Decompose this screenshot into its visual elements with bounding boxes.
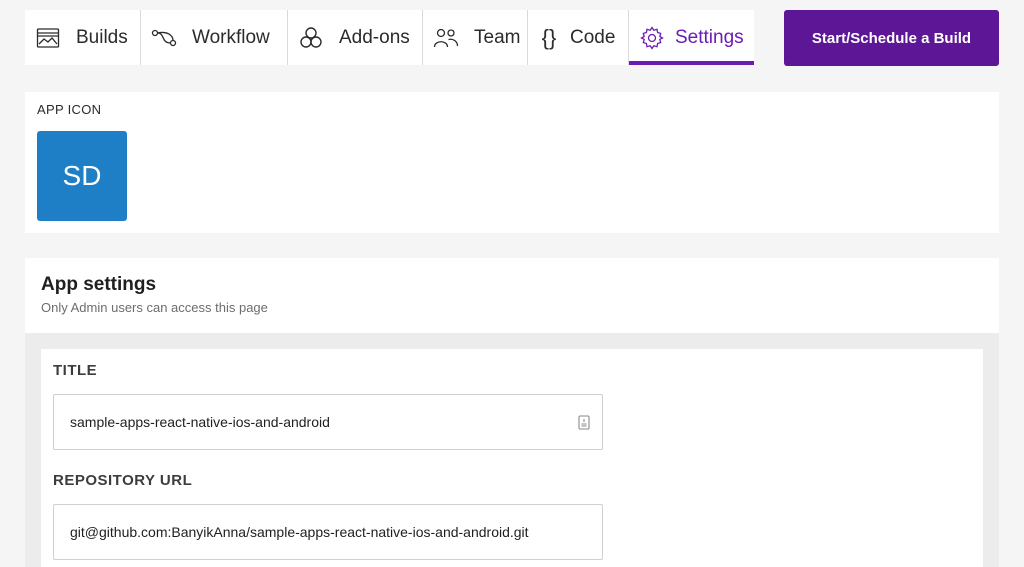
tab-label: Settings: [675, 26, 744, 48]
title-input-value: sample-apps-react-native-ios-and-android: [70, 414, 330, 430]
app-settings-body: TITLE sample-apps-react-native-ios-and-a…: [25, 333, 999, 567]
tab-addons[interactable]: Add-ons: [288, 10, 423, 65]
start-schedule-build-button[interactable]: Start/Schedule a Build: [784, 10, 999, 66]
tab-label: Builds: [76, 26, 128, 48]
app-icon-label: APP ICON: [37, 102, 102, 117]
tab-team[interactable]: Team: [423, 10, 528, 65]
title-input[interactable]: sample-apps-react-native-ios-and-android: [53, 394, 603, 450]
app-settings-page: Builds Workflow Add-ons Team {} Code Set…: [0, 0, 1024, 567]
settings-form: TITLE sample-apps-react-native-ios-and-a…: [41, 349, 983, 567]
repository-url-input-value: git@github.com:BanyikAnna/sample-apps-re…: [70, 524, 529, 540]
code-braces-icon: {}: [541, 24, 557, 50]
page-subtitle: Only Admin users can access this page: [41, 300, 268, 315]
tab-workflow[interactable]: Workflow: [141, 10, 288, 65]
tab-label: Team: [474, 26, 521, 48]
tab-label: Workflow: [192, 26, 270, 48]
addons-icon: [298, 25, 324, 51]
repository-url-field-label: REPOSITORY URL: [53, 472, 193, 489]
tab-label: Add-ons: [339, 26, 410, 48]
page-title: App settings: [41, 274, 157, 295]
builds-icon: [35, 25, 61, 51]
app-icon-avatar[interactable]: SD: [37, 131, 127, 221]
app-settings-header: App settings Only Admin users can access…: [25, 258, 999, 333]
input-badge-icon: [578, 415, 590, 430]
main-nav-tabs: Builds Workflow Add-ons Team {} Code Set…: [25, 10, 754, 65]
repository-url-input[interactable]: git@github.com:BanyikAnna/sample-apps-re…: [53, 504, 603, 560]
tab-builds[interactable]: Builds: [25, 10, 141, 65]
gear-icon: [639, 25, 665, 51]
team-icon: [433, 25, 459, 51]
tab-settings[interactable]: Settings: [629, 10, 754, 65]
tab-label: Code: [570, 26, 616, 48]
workflow-icon: [151, 25, 177, 51]
tab-code[interactable]: {} Code: [528, 10, 629, 65]
title-field-label: TITLE: [53, 362, 98, 379]
app-icon-card: APP ICON SD: [25, 92, 999, 233]
app-settings-card: App settings Only Admin users can access…: [25, 258, 999, 567]
